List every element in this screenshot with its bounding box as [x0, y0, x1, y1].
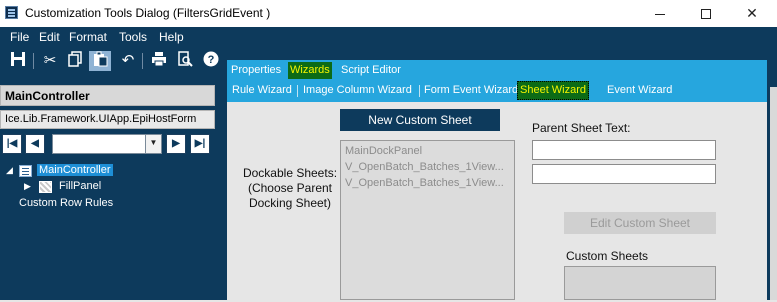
maximize-button[interactable]: [683, 0, 729, 27]
list-item[interactable]: MainDockPanel: [345, 143, 510, 159]
print-icon[interactable]: [148, 51, 170, 71]
object-header: MainController: [0, 85, 215, 106]
window-title: Customization Tools Dialog (FiltersGridE…: [25, 6, 271, 20]
help-icon[interactable]: ?: [200, 51, 222, 71]
tab-divider: [297, 85, 298, 97]
tab-strip: Properties Wizards Script Editor Rule Wi…: [227, 60, 767, 102]
next-record-button[interactable]: ▶: [166, 134, 186, 154]
sheet-text-input[interactable]: [532, 164, 716, 184]
record-combo[interactable]: ▼: [52, 134, 162, 154]
print-preview-icon[interactable]: [174, 51, 196, 71]
tab-form-event-wizard[interactable]: Form Event Wizard: [424, 84, 518, 96]
list-item[interactable]: V_OpenBatch_Batches_1View...: [345, 175, 510, 191]
tab-properties[interactable]: Properties: [231, 64, 281, 76]
control-tree: ◢ MainController ▶ FillPanel Custom Row …: [0, 162, 215, 302]
custom-row-rules-item[interactable]: Custom Row Rules: [19, 197, 113, 209]
app-area: File Edit Format Tools Help ✂ ↶ ? MainCo…: [0, 27, 777, 300]
form-icon: [19, 165, 32, 177]
app-icon: [5, 6, 18, 19]
tab-wizards[interactable]: Wizards: [288, 62, 332, 79]
collapse-toggle-icon[interactable]: ▶: [24, 181, 31, 192]
paste-icon[interactable]: [89, 51, 111, 71]
menu-help[interactable]: Help: [159, 30, 184, 44]
tab-script-editor[interactable]: Script Editor: [341, 64, 401, 76]
custom-sheets-label: Custom Sheets: [566, 249, 649, 263]
cut-icon[interactable]: ✂: [39, 51, 61, 71]
edit-custom-sheet-button[interactable]: Edit Custom Sheet: [564, 212, 716, 234]
dockable-sheets-label-line: Dockable Sheets:: [242, 166, 338, 180]
object-type-path: Ice.Lib.Framework.UIApp.EpiHostForm: [0, 110, 215, 129]
tree-node-label[interactable]: FillPanel: [57, 180, 103, 192]
menu-format[interactable]: Format: [69, 30, 107, 44]
copy-icon[interactable]: [64, 51, 86, 71]
tab-divider: [419, 85, 420, 97]
customization-tools-window: Customization Tools Dialog (FiltersGridE…: [0, 0, 777, 300]
tree-node-label[interactable]: MainController: [37, 164, 113, 176]
previous-record-button[interactable]: ◀: [25, 134, 45, 154]
toolbar-separator: [33, 53, 34, 69]
tab-image-column-wizard[interactable]: Image Column Wizard: [303, 84, 412, 96]
dockable-sheets-list[interactable]: MainDockPanel V_OpenBatch_Batches_1View.…: [340, 140, 515, 300]
minimize-button[interactable]: [637, 0, 683, 27]
menu-bar: File Edit Format Tools Help: [0, 27, 777, 47]
maximize-icon: [701, 9, 711, 20]
title-bar: Customization Tools Dialog (FiltersGridE…: [0, 0, 777, 27]
undo-icon[interactable]: ↶: [117, 51, 139, 71]
wizard-designer: Properties Wizards Script Editor Rule Wi…: [227, 60, 767, 300]
parent-sheet-text-label: Parent Sheet Text:: [532, 121, 631, 135]
save-icon[interactable]: [7, 51, 29, 71]
minimize-icon: [655, 13, 665, 15]
toolbar-separator: [142, 53, 143, 69]
panel-icon: [39, 181, 52, 193]
menu-file[interactable]: File: [10, 30, 29, 44]
first-record-button[interactable]: |◀: [2, 134, 22, 154]
vertical-scrollbar[interactable]: [770, 87, 777, 300]
custom-sheets-list[interactable]: [564, 266, 716, 300]
chevron-down-icon[interactable]: ▼: [145, 135, 161, 153]
dockable-sheets-label-line: Docking Sheet): [248, 196, 332, 210]
tab-rule-wizard[interactable]: Rule Wizard: [232, 84, 292, 96]
expand-toggle-icon[interactable]: ◢: [6, 165, 13, 176]
dockable-sheets-label: Dockable Sheets: (Choose Parent Docking …: [235, 166, 345, 211]
menu-tools[interactable]: Tools: [119, 30, 147, 44]
svg-text:?: ?: [208, 54, 215, 66]
last-record-button[interactable]: ▶|: [190, 134, 210, 154]
tab-sheet-wizard[interactable]: Sheet Wizard: [517, 81, 590, 100]
close-button[interactable]: ✕: [729, 0, 775, 27]
new-custom-sheet-button[interactable]: New Custom Sheet: [340, 109, 500, 131]
toolbar: ✂ ↶ ?: [0, 47, 240, 75]
record-navigator: |◀ ◀ ▼ ▶ ▶|: [0, 134, 215, 154]
parent-sheet-text-input[interactable]: [532, 140, 716, 160]
dockable-sheets-label-line: (Choose Parent: [247, 181, 333, 195]
menu-edit[interactable]: Edit: [39, 30, 60, 44]
list-item[interactable]: V_OpenBatch_Batches_1View...: [345, 159, 510, 175]
tab-event-wizard[interactable]: Event Wizard: [607, 84, 672, 96]
